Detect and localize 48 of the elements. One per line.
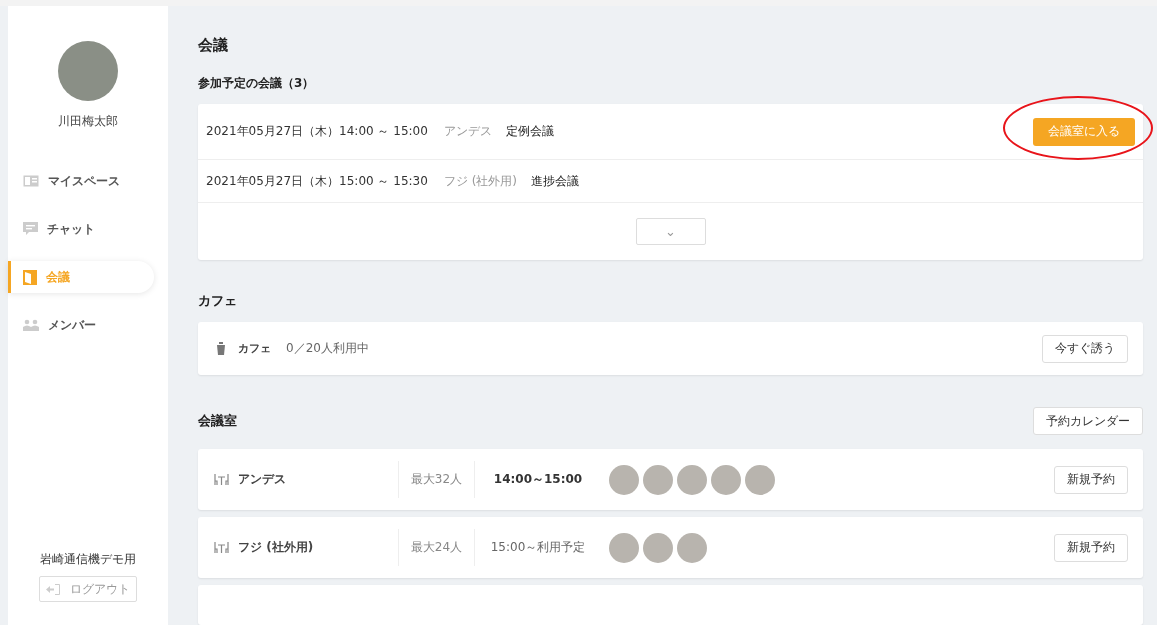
room-time: 15:00～利用予定 bbox=[489, 539, 587, 556]
nav-label: マイスペース bbox=[48, 172, 120, 190]
nav-item[interactable]: メンバー bbox=[8, 312, 154, 338]
attendee-photo-placeholder bbox=[711, 464, 741, 495]
attendee-photo-placeholder bbox=[643, 464, 673, 495]
section-heading: 会議室 bbox=[198, 412, 237, 430]
attendee-photo-placeholder bbox=[745, 464, 775, 495]
table-chairs-icon bbox=[214, 474, 229, 485]
new-reservation-button[interactable]: 新規予約 bbox=[1054, 465, 1128, 494]
people-icon bbox=[23, 319, 39, 331]
nav-label: 会議 bbox=[46, 268, 70, 286]
section-heading: 参加予定の会議（3） bbox=[198, 75, 316, 92]
attendee-photo-placeholder bbox=[609, 464, 639, 495]
meeting-title: 定例会議 bbox=[505, 123, 554, 140]
nav-label: チャット bbox=[47, 220, 95, 238]
nav-item[interactable]: チャット bbox=[8, 216, 154, 242]
nav-label: メンバー bbox=[48, 316, 96, 334]
section-heading: カフェ bbox=[198, 292, 238, 310]
attendee-photo-placeholder bbox=[609, 532, 639, 563]
page-title: 会議 bbox=[198, 36, 229, 55]
organization-name: 岩崎通信機デモ用 bbox=[40, 551, 136, 568]
nav-item[interactable]: マイスペース bbox=[8, 168, 154, 194]
logout-icon bbox=[46, 583, 60, 595]
table-chairs-icon bbox=[214, 542, 229, 553]
attendee-photo-placeholder bbox=[643, 532, 673, 563]
meeting-datetime: 2021年05月27日（木）14:00 ～ 15:00 bbox=[206, 123, 428, 140]
cafe-name: カフェ bbox=[238, 341, 272, 356]
chat-bubble-icon bbox=[23, 222, 38, 236]
attendee-photo-placeholder bbox=[677, 464, 707, 495]
door-icon bbox=[23, 269, 37, 285]
invite-button[interactable]: 今すぐ誘う bbox=[1042, 334, 1128, 363]
meeting-title: 進捗会議 bbox=[531, 172, 580, 190]
meeting-room: フジ (社外用) bbox=[443, 172, 518, 190]
room-name: フジ (社外用) bbox=[238, 539, 314, 556]
id-card-icon bbox=[23, 175, 39, 187]
room-time: 14:00～15:00 bbox=[492, 471, 584, 488]
user-photo-placeholder bbox=[58, 41, 118, 101]
meeting-datetime: 2021年05月27日（木）15:00 ～ 15:30 bbox=[206, 172, 428, 190]
room-capacity: 最大24人 bbox=[399, 529, 475, 566]
meeting-room: アンデス bbox=[443, 123, 492, 140]
room-name: アンデス bbox=[238, 471, 286, 488]
cafe-usage: 0／20人利用中 bbox=[286, 340, 369, 357]
calendar-button[interactable]: 予約カレンダー bbox=[1033, 407, 1143, 435]
attendee-photo-placeholder bbox=[677, 532, 707, 563]
user-name: 川田梅太郎 bbox=[58, 113, 118, 130]
cup-icon bbox=[217, 342, 225, 355]
new-reservation-button[interactable]: 新規予約 bbox=[1054, 533, 1128, 562]
room-capacity: 最大32人 bbox=[399, 461, 475, 498]
